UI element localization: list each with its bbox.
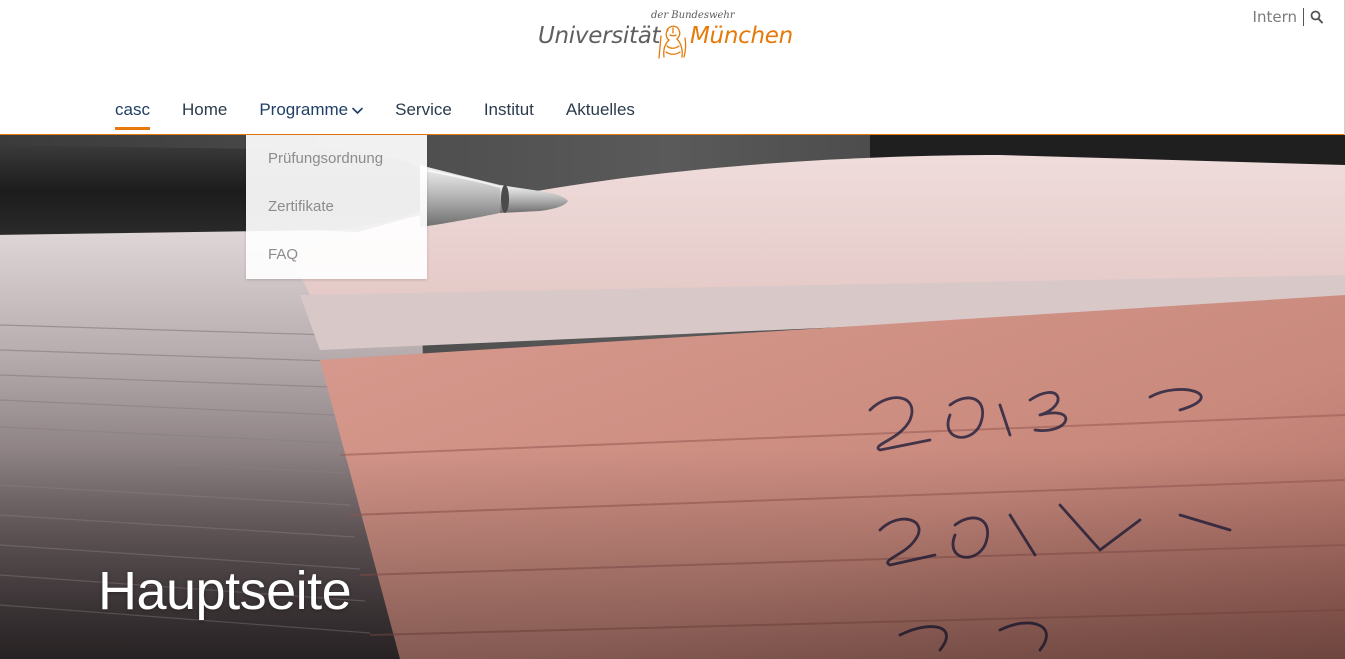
logo-subtitle: der Bundeswehr — [651, 10, 735, 21]
nav-item-casc[interactable]: casc — [99, 98, 166, 135]
search-icon[interactable] — [1310, 10, 1323, 24]
athena-emblem-icon — [658, 25, 687, 59]
nav-item-institut[interactable]: Institut — [468, 98, 550, 135]
page-title: Hauptseite — [98, 561, 352, 621]
nav-item-label: casc — [115, 100, 150, 119]
dropdown-item-pruefungsordnung[interactable]: Prüfungsordnung — [246, 135, 427, 183]
dropdown-item-faq[interactable]: FAQ — [246, 231, 427, 279]
programme-dropdown-menu: Prüfungsordnung Zertifikate FAQ — [246, 135, 427, 279]
intern-link[interactable]: Intern — [1253, 8, 1297, 26]
main-navigation: casc Home Programme Service Institut Akt… — [99, 98, 651, 135]
nav-item-label: Home — [181, 100, 228, 119]
nav-item-programme[interactable]: Programme — [243, 98, 379, 135]
nav-item-label: Aktuelles — [565, 100, 635, 119]
logo-text-right: München — [690, 23, 793, 49]
nav-item-label: Institut — [483, 100, 534, 119]
separator — [1303, 8, 1304, 26]
university-logo[interactable]: der Bundeswehr Universität München — [538, 8, 798, 62]
dropdown-item-zertifikate[interactable]: Zertifikate — [246, 183, 427, 231]
page: der Bundeswehr Universität München Inter… — [0, 0, 1345, 659]
site-header: der Bundeswehr Universität München Inter… — [0, 0, 1345, 135]
logo-text-left: Universität — [538, 23, 661, 49]
nav-item-service[interactable]: Service — [379, 98, 468, 135]
chevron-down-icon — [352, 107, 363, 114]
nav-item-label: Programme — [259, 100, 349, 119]
nav-item-home[interactable]: Home — [166, 98, 243, 135]
nav-item-label: Service — [395, 100, 452, 119]
hero-banner: Hauptseite — [0, 135, 1345, 659]
top-utility-links: Intern — [1253, 8, 1323, 26]
header-divider — [0, 134, 1345, 135]
nav-item-aktuelles[interactable]: Aktuelles — [550, 98, 651, 135]
